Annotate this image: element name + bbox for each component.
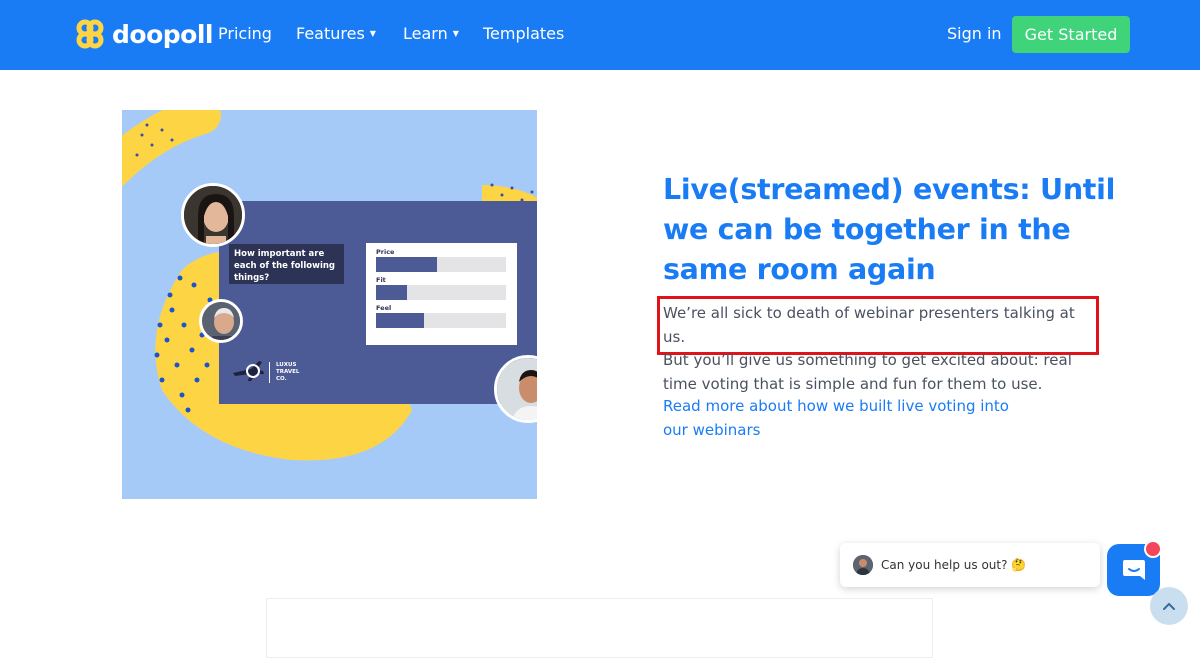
get-started-button[interactable]: Get Started: [1012, 16, 1130, 53]
poll-bar-fill: [376, 285, 408, 300]
brand-text: LUXUS TRAVEL CO.: [269, 361, 300, 383]
brand-line: CO.: [276, 375, 287, 382]
poll-results-card: Price Fit Feel: [366, 243, 517, 345]
caret-down-icon: ▼: [452, 29, 459, 38]
presentation-slide: How important are each of the following …: [219, 201, 537, 404]
nav-item-label: Pricing: [218, 24, 272, 43]
nav-item-pricing[interactable]: Pricing: [218, 24, 272, 43]
section-paragraph: We’re all sick to death of webinar prese…: [657, 296, 1099, 396]
nav-item-label: Learn: [403, 24, 448, 43]
doopoll-logo[interactable]: doopoll: [76, 19, 213, 49]
sign-in-link[interactable]: Sign in: [947, 24, 1002, 43]
luxus-travel-logo: LUXUS TRAVEL CO.: [231, 359, 299, 385]
poll-question: How important are each of the following …: [229, 244, 344, 284]
chat-notification-badge: [1144, 540, 1162, 558]
next-section-card: [266, 598, 933, 658]
poll-row: Fit: [376, 276, 507, 300]
caret-down-icon: ▼: [369, 29, 376, 38]
poll-bar-track: [376, 313, 506, 328]
avatar-woman: [181, 183, 245, 247]
poll-label: Price: [376, 248, 395, 256]
section-headline: Live(streamed) events: Until we can be t…: [663, 173, 1116, 286]
nav-item-label: Features: [296, 24, 365, 43]
logo-text: doopoll: [112, 19, 213, 49]
poll-label: Fit: [376, 276, 386, 284]
paragraph-rest: But you’ll give us something to get exci…: [663, 351, 1072, 393]
nav-item-learn[interactable]: Learn ▼: [403, 24, 459, 43]
poll-label: Feel: [376, 304, 392, 312]
poll-row: Price: [376, 248, 507, 272]
doopoll-logo-icon: [76, 19, 104, 49]
nav-item-label: Templates: [483, 24, 565, 43]
chevron-up-icon: [1163, 602, 1175, 610]
chat-prompt-bubble[interactable]: Can you help us out? 🤔: [840, 543, 1100, 587]
poll-row: Feel: [376, 304, 507, 328]
nav-item-templates[interactable]: Templates: [483, 24, 564, 43]
chat-message: Can you help us out? 🤔: [881, 558, 1027, 572]
avatar-older-man: [199, 299, 243, 343]
poll-bar-fill: [376, 257, 438, 272]
chat-icon: [1122, 560, 1145, 580]
airplane-icon: [233, 361, 264, 381]
hero-illustration: How important are each of the following …: [122, 110, 537, 499]
top-navbar: doopoll Pricing Features ▼ Learn ▼ Templat…: [0, 0, 1200, 70]
brand-line: LUXUS: [276, 361, 297, 368]
poll-bar-track: [376, 285, 506, 300]
read-more-link[interactable]: Read more about how we built live voting…: [663, 395, 1033, 442]
chat-agent-avatar: [853, 555, 873, 575]
highlighted-sentence: We’re all sick to death of webinar prese…: [657, 296, 1099, 355]
nav-item-features[interactable]: Features ▼: [296, 24, 376, 43]
poll-bar-track: [376, 257, 506, 272]
scroll-to-top-button[interactable]: [1150, 587, 1188, 625]
person-photo: [853, 555, 873, 575]
brand-line: TRAVEL: [276, 368, 300, 375]
poll-bar-fill: [376, 313, 425, 328]
